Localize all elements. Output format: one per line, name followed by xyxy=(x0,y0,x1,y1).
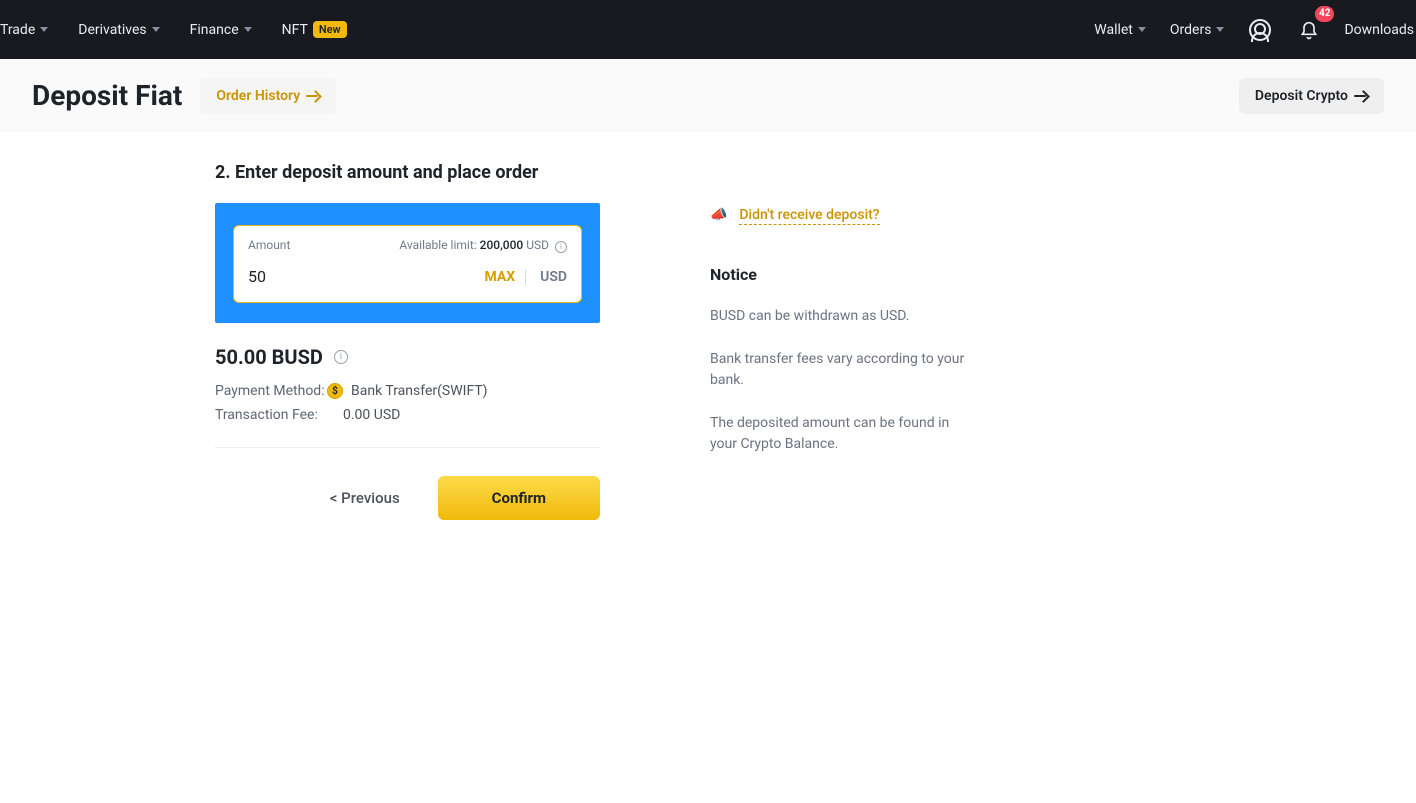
max-button[interactable]: MAX xyxy=(474,269,525,285)
order-history-button[interactable]: Order History xyxy=(200,78,336,114)
nav-nft[interactable]: NFT New xyxy=(268,0,361,59)
notice-p2: Bank transfer fees vary according to you… xyxy=(710,349,970,391)
caret-icon xyxy=(1216,27,1224,32)
confirm-button[interactable]: Confirm xyxy=(438,476,600,520)
bell-icon xyxy=(1299,20,1317,40)
fee-label: Transaction Fee: xyxy=(215,407,327,423)
divider xyxy=(215,447,600,448)
fee-row: Transaction Fee: 0.00 USD xyxy=(215,407,600,423)
info-icon[interactable]: i xyxy=(555,241,567,253)
nav-derivatives-label: Derivatives xyxy=(78,22,146,38)
arrow-right-icon xyxy=(306,91,320,101)
amount-label: Amount xyxy=(248,238,290,253)
user-menu[interactable] xyxy=(1242,12,1278,48)
deposit-form: 2. Enter deposit amount and place order … xyxy=(215,162,600,520)
nav-wallet[interactable]: Wallet xyxy=(1082,0,1158,59)
amount-highlight: Amount Available limit: 200,000 USD i MA… xyxy=(215,203,600,323)
coin-icon: $ xyxy=(327,383,343,399)
caret-icon xyxy=(152,27,160,32)
amount-input[interactable] xyxy=(248,261,474,292)
megaphone-icon: 📣 xyxy=(710,207,727,223)
amount-card: Amount Available limit: 200,000 USD i MA… xyxy=(233,225,582,303)
payment-method-row: Payment Method: $ Bank Transfer(SWIFT) xyxy=(215,383,600,399)
input-currency: USD xyxy=(530,269,567,285)
separator xyxy=(525,269,526,285)
nav-orders[interactable]: Orders xyxy=(1158,0,1237,59)
pm-label: Payment Method: xyxy=(215,383,327,399)
nav-finance[interactable]: Finance xyxy=(176,0,266,59)
nav-downloads-label: Downloads xyxy=(1344,22,1414,38)
user-icon xyxy=(1249,19,1271,41)
nav-orders-label: Orders xyxy=(1170,22,1212,38)
nav-left: Trade Derivatives Finance NFT New xyxy=(0,0,361,59)
nav-downloads[interactable]: Downloads xyxy=(1332,0,1416,59)
notif-badge: 42 xyxy=(1315,6,1334,22)
nav-trade[interactable]: Trade xyxy=(0,0,62,59)
button-row: < Previous Confirm xyxy=(215,476,600,520)
caret-icon xyxy=(244,27,252,32)
notice-p1: BUSD can be withdrawn as USD. xyxy=(710,306,970,327)
nav-nft-label: NFT xyxy=(282,22,308,38)
previous-button[interactable]: < Previous xyxy=(316,479,414,517)
available-cur: USD xyxy=(526,238,549,252)
help-link[interactable]: Didn't receive deposit? xyxy=(739,207,879,225)
nav-finance-label: Finance xyxy=(190,22,239,38)
fee-value: 0.00 USD xyxy=(343,407,400,423)
help-row: 📣 Didn't receive deposit? xyxy=(710,204,970,223)
notice-title: Notice xyxy=(710,265,970,284)
amount-top-row: Amount Available limit: 200,000 USD i xyxy=(248,238,567,253)
result-amount: 50.00 BUSD xyxy=(215,345,323,369)
nav-derivatives[interactable]: Derivatives xyxy=(64,0,173,59)
page-title: Deposit Fiat xyxy=(32,79,182,112)
subheader: Deposit Fiat Order History Deposit Crypt… xyxy=(0,59,1416,132)
result-row: 50.00 BUSD i xyxy=(215,345,600,369)
caret-icon xyxy=(40,27,48,32)
order-history-label: Order History xyxy=(216,88,300,104)
info-icon[interactable]: i xyxy=(334,350,348,364)
notice-p3: The deposited amount can be found in you… xyxy=(710,413,970,455)
deposit-crypto-label: Deposit Crypto xyxy=(1255,88,1348,104)
pm-value: Bank Transfer(SWIFT) xyxy=(351,383,488,399)
nav-wallet-label: Wallet xyxy=(1094,22,1133,38)
subheader-left: Deposit Fiat Order History xyxy=(32,78,336,114)
nav-trade-label: Trade xyxy=(0,22,35,38)
available-prefix: Available limit: xyxy=(399,238,476,252)
notifications[interactable]: 42 xyxy=(1290,12,1326,48)
available-value: 200,000 xyxy=(480,238,524,252)
available-limit: Available limit: 200,000 USD i xyxy=(399,238,567,253)
top-nav: Trade Derivatives Finance NFT New Wallet… xyxy=(0,0,1416,59)
caret-icon xyxy=(1138,27,1146,32)
pm-value-wrap: $ Bank Transfer(SWIFT) xyxy=(327,383,488,399)
step-title: 2. Enter deposit amount and place order xyxy=(215,162,600,183)
amount-input-row: MAX USD xyxy=(248,261,567,292)
nav-right: Wallet Orders 42 Downloads xyxy=(1082,0,1416,59)
main: 2. Enter deposit amount and place order … xyxy=(0,132,1416,520)
deposit-crypto-button[interactable]: Deposit Crypto xyxy=(1239,78,1384,114)
new-badge: New xyxy=(313,21,347,38)
arrow-right-icon xyxy=(1354,91,1368,101)
side-panel: 📣 Didn't receive deposit? Notice BUSD ca… xyxy=(710,162,970,520)
